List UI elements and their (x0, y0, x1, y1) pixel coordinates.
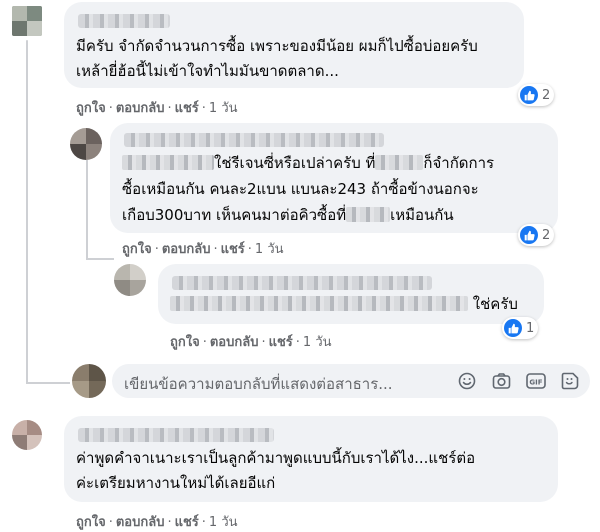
svg-text:GIF: GIF (529, 379, 542, 387)
comment-text: ซื้อเหมือนกัน คนละ2แบน แบนละ243 ถ้าซื้อข… (122, 180, 479, 198)
reaction-number: 2 (542, 227, 551, 243)
thread-line (86, 258, 114, 260)
reaction-count[interactable]: 2 (518, 84, 555, 106)
like-icon (520, 86, 538, 104)
reaction-count[interactable]: 1 (502, 317, 539, 339)
comment-bubble: มีครับ จำกัดจำนวนการซื้อ เพราะของมีน้อย … (64, 2, 524, 88)
comment-text: เกือบ300บาท เห็นคนมาต่อคิวซื้อที่ เหมือนก… (122, 206, 454, 224)
share-link[interactable]: แชร์ (221, 242, 245, 257)
reaction-count[interactable]: 2 (518, 224, 555, 246)
comment-actions: ถูกใจ · ตอบกลับ · แชร์ · 1 วัน (170, 335, 332, 350)
user-avatar[interactable] (72, 364, 106, 398)
comment-text: ใช่ครับ (170, 292, 518, 317)
like-link[interactable]: ถูกใจ (170, 335, 200, 350)
comment-text: ใช่รีเจนซี่หรือเปล่าครับ ที่ ก็จำกัดการ (122, 151, 494, 176)
comment-bubble: ใช่รีเจนซี่หรือเปล่าครับ ที่ ก็จำกัดการ ซ… (110, 123, 558, 233)
comment-text: ค่ะเตรียมหางานใหม่ได้เลยอีแก่ (76, 474, 276, 492)
sticker-icon[interactable] (559, 370, 581, 392)
reply-link[interactable]: ตอบกลับ (116, 101, 165, 116)
reply-input[interactable]: เขียนข้อความตอบกลับที่แสดงต่อสาธาร... GI… (112, 364, 590, 398)
avatar[interactable] (114, 264, 146, 296)
commenter-name[interactable] (172, 276, 432, 290)
comment-actions: ถูกใจ · ตอบกลับ · แชร์ · 1 วัน (76, 101, 238, 116)
like-link[interactable]: ถูกใจ (76, 101, 106, 116)
avatar[interactable] (12, 420, 42, 450)
reply-link[interactable]: ตอบกลับ (162, 242, 211, 257)
comment-text: มีครับ จำกัดจำนวนการซื้อ เพราะของมีน้อย … (76, 37, 478, 55)
comment-bubble: ใช่ครับ (158, 264, 544, 324)
comment-actions: ถูกใจ · ตอบกลับ · แชร์ · 1 วัน (76, 515, 238, 530)
timestamp[interactable]: 1 วัน (209, 101, 238, 116)
thread-line (26, 40, 28, 384)
commenter-name[interactable] (78, 428, 274, 442)
timestamp[interactable]: 1 วัน (303, 335, 332, 350)
avatar[interactable] (70, 128, 102, 160)
share-link[interactable]: แชร์ (269, 335, 293, 350)
reply-link[interactable]: ตอบกลับ (210, 335, 259, 350)
avatar[interactable] (12, 6, 42, 36)
emoji-icon[interactable] (456, 370, 478, 392)
share-link[interactable]: แชร์ (175, 101, 199, 116)
comment-bubble: ค่าพูดคำจาเนาะเราเป็นลูกค้ามาพูดแบบนี้กั… (64, 416, 558, 502)
like-icon (520, 226, 538, 244)
like-icon (504, 319, 522, 337)
reply-placeholder: เขียนข้อความตอบกลับที่แสดงต่อสาธาร... (124, 375, 393, 393)
like-link[interactable]: ถูกใจ (122, 242, 152, 257)
reaction-number: 2 (542, 87, 551, 103)
like-link[interactable]: ถูกใจ (76, 515, 106, 530)
gif-icon[interactable]: GIF (525, 370, 547, 392)
reaction-number: 1 (526, 320, 535, 336)
comment-text: เหล้ายี่ฮ้อนี้ไม่เข้าใจทำไมมันขาดตลาด... (76, 62, 339, 80)
timestamp[interactable]: 1 วัน (209, 515, 238, 530)
thread-line (26, 382, 70, 384)
camera-icon[interactable] (490, 370, 512, 392)
comment-actions: ถูกใจ · ตอบกลับ · แชร์ · 1 วัน (122, 242, 284, 257)
reply-link[interactable]: ตอบกลับ (116, 515, 165, 530)
timestamp[interactable]: 1 วัน (255, 242, 284, 257)
commenter-name[interactable] (124, 133, 384, 147)
comment-text: ค่าพูดคำจาเนาะเราเป็นลูกค้ามาพูดแบบนี้กั… (76, 449, 476, 467)
share-link[interactable]: แชร์ (175, 515, 199, 530)
thread-line (86, 160, 88, 260)
commenter-name[interactable] (78, 14, 170, 28)
